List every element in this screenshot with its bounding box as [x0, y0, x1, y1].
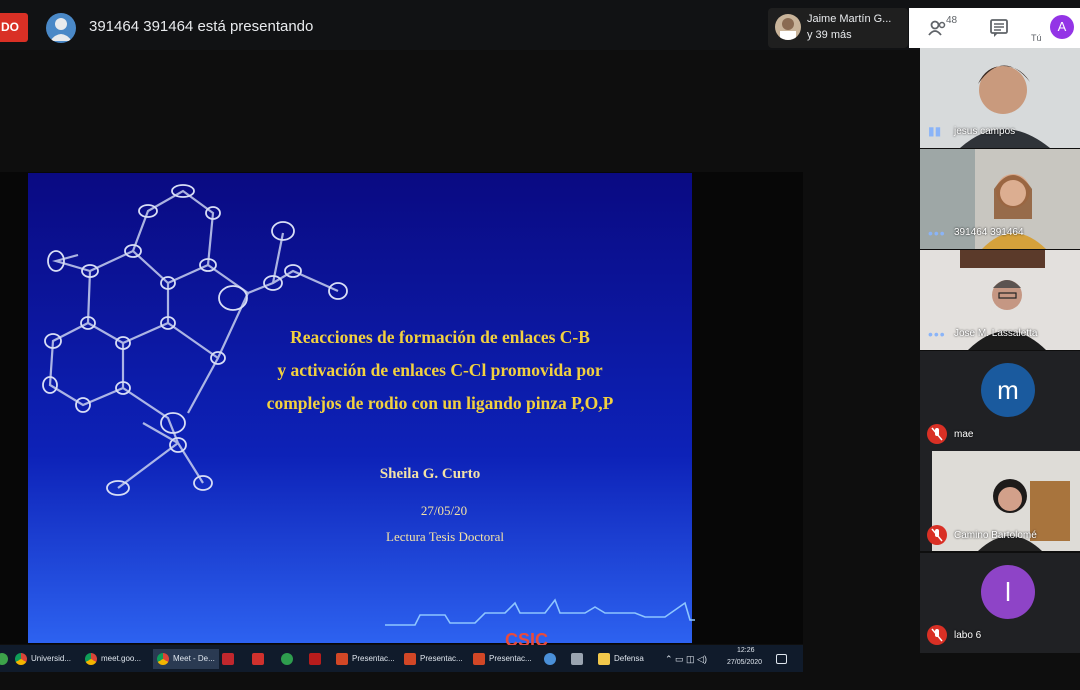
app-icon — [544, 652, 556, 665]
mic-off-icon — [927, 625, 947, 645]
participant-avatar: m — [981, 363, 1035, 417]
participant-preview-more: y 39 más — [807, 29, 852, 41]
chrome-icon — [157, 652, 169, 665]
folder-icon — [598, 652, 610, 665]
participant-preview-name: Jaime Martín G... — [807, 13, 892, 25]
participant-name: 391464 391464 — [954, 227, 1024, 238]
slide-title-line-1: Reacciones de formación de enlaces C-B — [290, 327, 590, 347]
slide-description: Lectura Tesis Doctoral — [386, 529, 504, 544]
more-options-icon[interactable]: ••• — [928, 326, 946, 342]
app-icon — [281, 652, 293, 665]
participant-name: Jose M. Lassaletta — [954, 328, 1038, 339]
chat-icon[interactable] — [988, 17, 1010, 39]
participant-count: 48 — [946, 15, 958, 26]
recording-badge: DO — [0, 13, 28, 42]
self-label: Tú — [1031, 33, 1042, 43]
person-icon — [50, 18, 72, 41]
taskbar-item-presentacion-2[interactable]: Presentac... — [404, 649, 463, 669]
taskbar-app-2[interactable] — [544, 649, 560, 669]
slide-author: Sheila G. Curto — [379, 466, 481, 482]
presenting-status: 391464 391464 está presentando — [89, 18, 314, 35]
taskbar-item-defensa[interactable]: Defensa — [598, 649, 644, 669]
mic-off-icon — [927, 525, 947, 545]
taskbar-item-meet-google[interactable]: meet.goo... — [85, 649, 141, 669]
taskbar-pdf[interactable] — [309, 649, 325, 669]
powerpoint-icon — [404, 652, 416, 665]
slide-date: 27/05/20 — [420, 503, 468, 518]
filezilla-icon — [222, 652, 234, 665]
participant-avatar: l — [981, 565, 1035, 619]
taskbar-item-meet-defensa[interactable]: Meet - De... — [153, 649, 219, 669]
clock-time: 12:26 — [737, 647, 755, 654]
taskbar-item-presentacion-1[interactable]: Presentac... — [336, 649, 395, 669]
printer-icon — [571, 652, 583, 665]
wps-icon — [252, 652, 264, 665]
taskbar-filezilla[interactable] — [222, 649, 238, 669]
powerpoint-icon — [473, 652, 485, 665]
participant-name: Camino Bartolomé — [954, 530, 1037, 541]
powerpoint-icon — [336, 652, 348, 665]
taskbar-chrome-left-icon[interactable] — [0, 649, 12, 669]
taskbar-item-universidad[interactable]: Universid... — [15, 649, 71, 669]
participant-name: jesus campos — [954, 126, 1016, 137]
slide-title-line-3: complejos de rodio con un ligando pinza … — [266, 393, 614, 413]
chrome-icon — [85, 652, 97, 665]
more-options-icon[interactable]: ••• — [928, 225, 946, 241]
participant-preview-avatar — [775, 14, 801, 40]
taskbar-app[interactable] — [281, 649, 297, 669]
taskbar-item-presentacion-3[interactable]: Presentac... — [473, 649, 532, 669]
participant-name: mae — [954, 429, 974, 440]
self-avatar[interactable]: A — [1050, 15, 1074, 39]
mic-off-icon — [927, 424, 947, 444]
notifications-icon[interactable] — [776, 649, 791, 669]
chrome-icon — [15, 652, 27, 665]
taskbar-wps[interactable] — [252, 649, 268, 669]
participant-name: labo 6 — [954, 630, 982, 641]
pdf-icon — [309, 652, 321, 665]
speaking-indicator-icon: ▮▮ — [928, 124, 942, 138]
clock-date: 27/05/2020 — [727, 659, 763, 666]
slide-title-line-2: y activación de enlaces C-Cl promovida p… — [277, 360, 603, 380]
taskbar-printer[interactable] — [571, 649, 587, 669]
system-tray-icons[interactable]: ⌃ ▭ ◫ ◁) — [665, 649, 707, 669]
presenter-avatar — [46, 13, 76, 43]
